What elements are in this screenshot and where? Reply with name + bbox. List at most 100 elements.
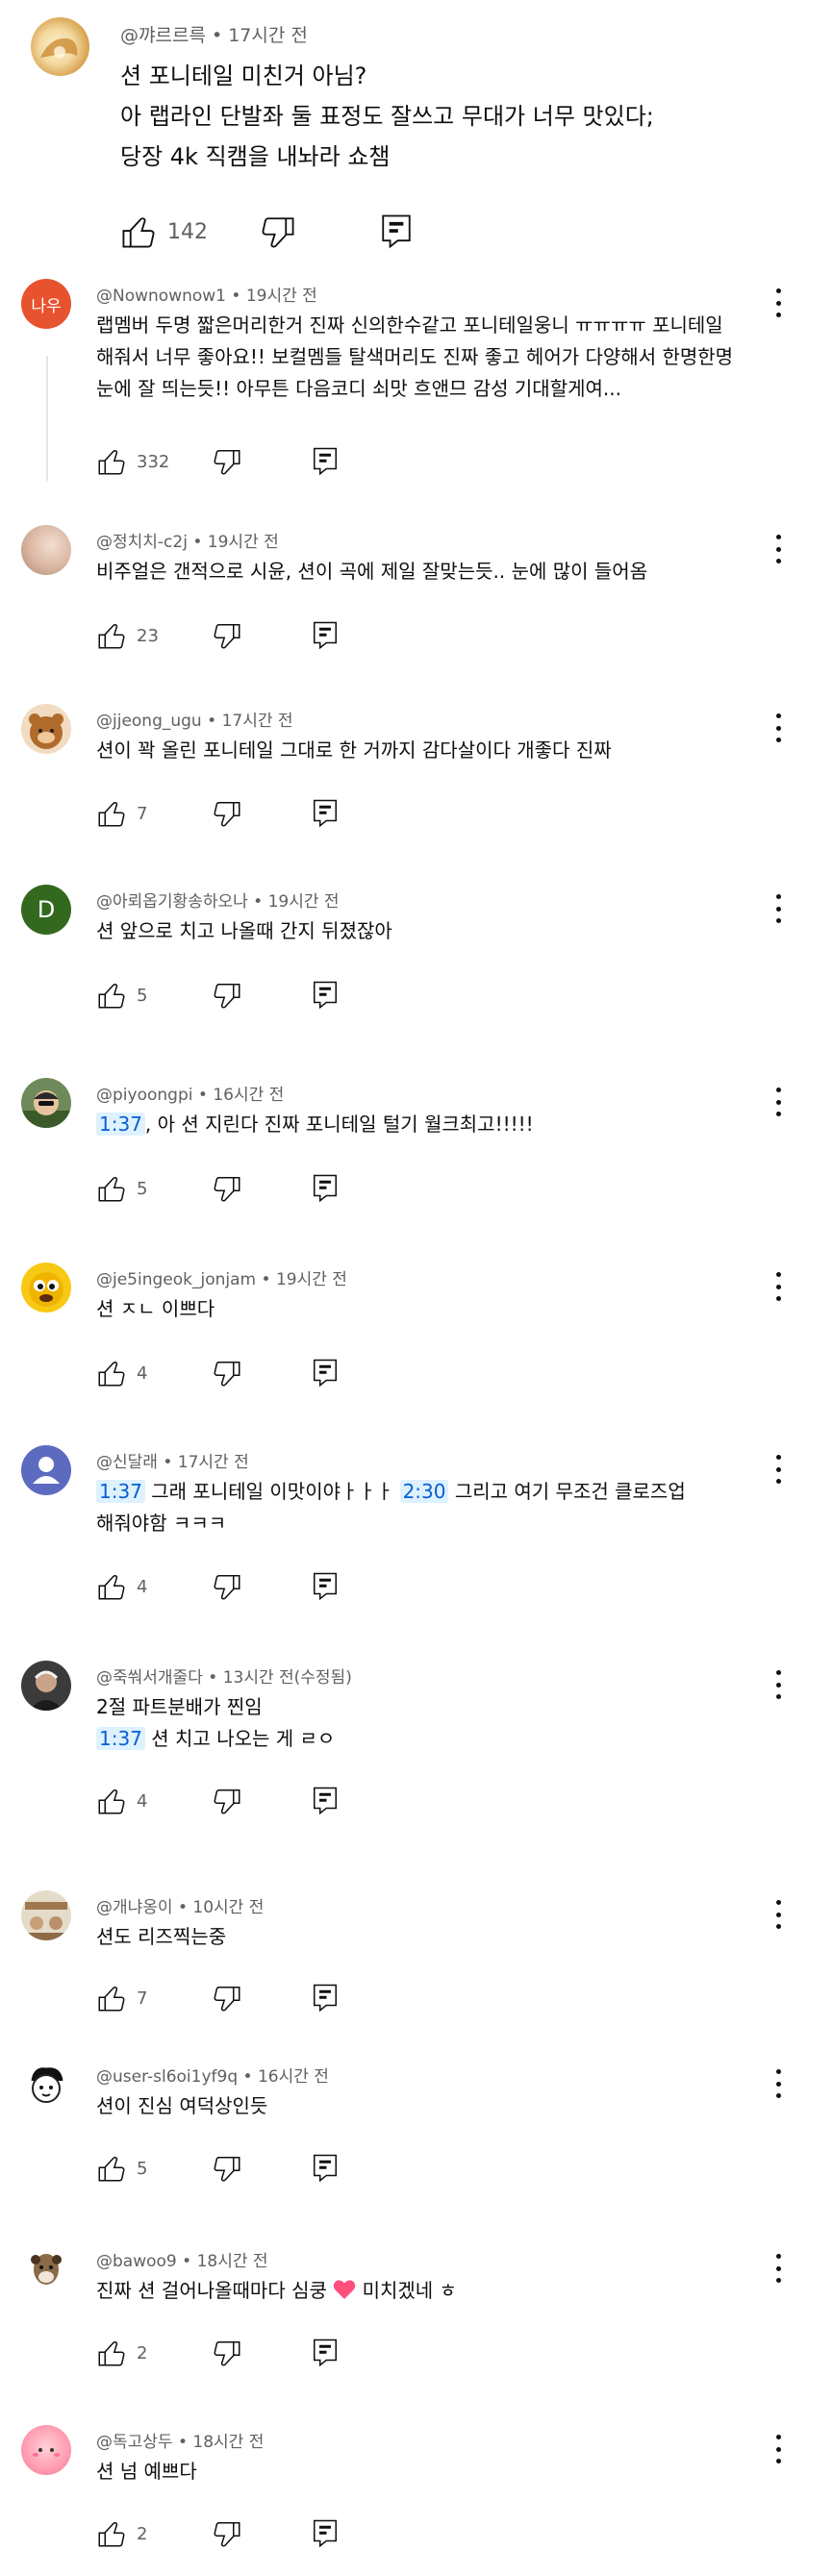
avatar[interactable] xyxy=(21,1890,71,1940)
comment-author[interactable]: @Nownownow1 xyxy=(96,287,226,306)
more-vert-icon[interactable] xyxy=(773,713,783,742)
comment-time[interactable]: 19시간 전 xyxy=(246,287,317,306)
more-vert-icon[interactable] xyxy=(773,1272,783,1301)
reply-button[interactable] xyxy=(308,2334,342,2372)
more-vert-icon[interactable] xyxy=(773,1900,783,1929)
like-button[interactable]: 5 xyxy=(94,2149,147,2188)
avatar[interactable] xyxy=(21,2060,71,2110)
comment-time[interactable]: 13시간 전(수정됨) xyxy=(223,1668,352,1688)
more-vert-icon[interactable] xyxy=(773,1455,783,1484)
dislike-button[interactable] xyxy=(257,208,299,256)
reply-button[interactable] xyxy=(308,1169,342,1208)
comment-time[interactable]: 17시간 전 xyxy=(222,712,293,731)
comment-time[interactable]: 19시간 전 xyxy=(208,533,279,552)
comment-text-line: 랩멤버 두명 짧은머리한거 진짜 신의한수같고 포니테일웅니 ㅠㅠㅠㅠ 포니테일 xyxy=(96,313,723,337)
comment-author[interactable]: @죽쒀서개줄다 xyxy=(96,1668,203,1688)
avatar[interactable] xyxy=(21,2425,71,2475)
comment-time[interactable]: 17시간 전 xyxy=(228,25,308,46)
like-button[interactable]: 23 xyxy=(94,616,159,655)
comment-author[interactable]: @신달래 xyxy=(96,1453,158,1472)
reply-button[interactable] xyxy=(308,616,342,655)
like-button[interactable]: 332 xyxy=(94,442,169,481)
comment-text-line: 비주얼은 갠적으로 시윤, 션이 곡에 제일 잘맞는듯.. 눈에 많이 들어옴 xyxy=(96,560,648,583)
reply-button[interactable] xyxy=(308,976,342,1014)
like-button[interactable]: 142 xyxy=(117,208,208,256)
comment-author[interactable]: @jjeong_ugu xyxy=(96,712,202,731)
more-vert-icon[interactable] xyxy=(773,2069,783,2098)
thumb-up-icon xyxy=(94,444,129,479)
like-button[interactable]: 5 xyxy=(94,1169,147,1208)
dislike-button[interactable] xyxy=(210,2149,244,2188)
comment-author[interactable]: @user-sl6oi1yf9q xyxy=(96,2067,238,2087)
avatar[interactable] xyxy=(21,1445,71,1495)
reply-button[interactable] xyxy=(308,794,342,833)
more-vert-icon[interactable] xyxy=(773,2254,783,2283)
avatar[interactable] xyxy=(21,525,71,575)
dislike-button[interactable] xyxy=(210,1567,244,1606)
reply-button[interactable] xyxy=(308,442,342,481)
dislike-button[interactable] xyxy=(210,616,244,655)
dislike-button[interactable] xyxy=(210,2514,244,2553)
comment-author[interactable]: @bawoo9 xyxy=(96,2252,177,2271)
more-vert-icon[interactable] xyxy=(773,288,783,317)
comment-author[interactable]: @아뢰옵기황송하오나 xyxy=(96,892,248,912)
dislike-button[interactable] xyxy=(210,1169,244,1208)
avatar[interactable] xyxy=(21,1078,71,1128)
reply-button[interactable] xyxy=(308,1782,342,1820)
comment-time[interactable]: 16시간 전 xyxy=(213,1086,284,1105)
comment-actions: 5 xyxy=(94,976,364,1014)
comment-time[interactable]: 16시간 전 xyxy=(258,2067,329,2087)
like-button[interactable]: 2 xyxy=(94,2514,147,2553)
comment-author[interactable]: @정치치-c2j xyxy=(96,533,188,552)
dislike-button[interactable] xyxy=(210,1354,244,1392)
avatar[interactable] xyxy=(21,1661,71,1711)
more-vert-icon[interactable] xyxy=(773,1670,783,1699)
dislike-button[interactable] xyxy=(210,1979,244,2017)
like-button[interactable]: 7 xyxy=(94,1979,147,2017)
like-button[interactable]: 4 xyxy=(94,1354,147,1392)
like-button[interactable]: 4 xyxy=(94,1567,147,1606)
reply-button[interactable] xyxy=(308,1354,342,1392)
comment-author[interactable]: @독고상두 xyxy=(96,2433,173,2452)
more-vert-icon[interactable] xyxy=(773,535,783,563)
dislike-button[interactable] xyxy=(210,976,244,1014)
avatar[interactable] xyxy=(21,704,71,754)
comment-author[interactable]: @꺄르르륵 xyxy=(120,25,206,46)
like-button[interactable]: 5 xyxy=(94,976,147,1014)
timestamp-link[interactable]: 1:37 xyxy=(96,1480,145,1503)
comment-text: 진짜 션 걸어나올때마다 심쿵 미치겠네 ㅎ xyxy=(96,2275,457,2307)
comment-author[interactable]: @je5ingeok_jonjam xyxy=(96,1270,256,1289)
comment-time[interactable]: 18시간 전 xyxy=(192,2433,264,2452)
comment-time[interactable]: 19시간 전 xyxy=(268,892,340,912)
timestamp-link[interactable]: 1:37 xyxy=(96,1113,145,1136)
more-vert-icon[interactable] xyxy=(773,1088,783,1116)
reply-button[interactable] xyxy=(308,2149,342,2188)
comment-time[interactable]: 18시간 전 xyxy=(197,2252,268,2271)
like-button[interactable]: 7 xyxy=(94,794,147,833)
avatar[interactable] xyxy=(31,17,89,76)
reply-button[interactable] xyxy=(308,1979,342,2017)
like-button[interactable]: 4 xyxy=(94,1782,147,1820)
timestamp-link[interactable]: 1:37 xyxy=(96,1727,145,1750)
comment-author[interactable]: @piyoongpi xyxy=(96,1086,192,1105)
reply-button[interactable] xyxy=(308,2514,342,2553)
avatar[interactable] xyxy=(21,2244,71,2294)
timestamp-link[interactable]: 2:30 xyxy=(399,1480,449,1503)
more-vert-icon[interactable] xyxy=(773,894,783,923)
dislike-button[interactable] xyxy=(210,794,244,833)
comment-time[interactable]: 19시간 전 xyxy=(276,1270,347,1289)
avatar[interactable]: 나우 xyxy=(21,279,71,329)
comment-time[interactable]: 17시간 전 xyxy=(178,1453,249,1472)
comment-time[interactable]: 10시간 전 xyxy=(192,1898,264,1917)
more-vert-icon[interactable] xyxy=(773,2435,783,2463)
reply-button[interactable] xyxy=(375,208,417,256)
dislike-button[interactable] xyxy=(210,1782,244,1820)
like-button[interactable]: 2 xyxy=(94,2334,147,2372)
dislike-button[interactable] xyxy=(210,2334,244,2372)
comment-author[interactable]: @개냐옹이 xyxy=(96,1898,173,1917)
avatar[interactable] xyxy=(21,1263,71,1313)
reply-button[interactable] xyxy=(308,1567,342,1606)
comment-text-line: 션이 진심 여덕상인듯 xyxy=(96,2094,268,2117)
avatar[interactable]: D xyxy=(21,885,71,935)
dislike-button[interactable] xyxy=(210,442,244,481)
